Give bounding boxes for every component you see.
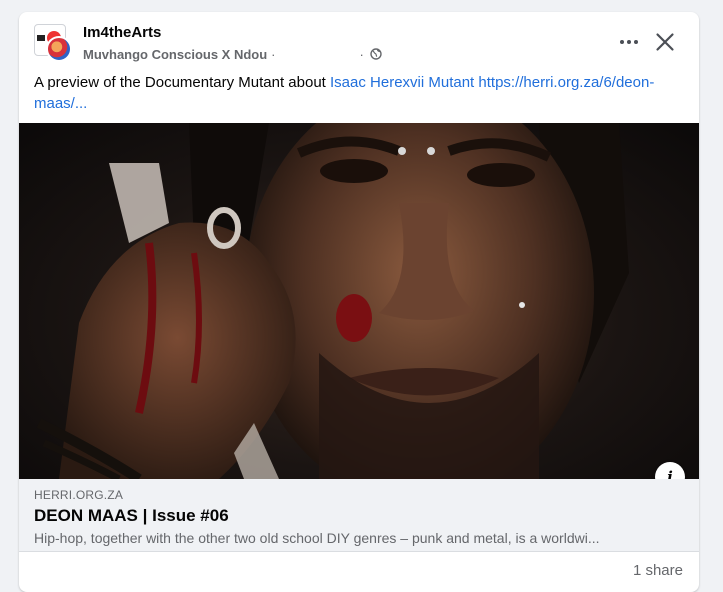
link-domain: HERRI.ORG.ZA: [34, 488, 124, 502]
link-description: Hip-hop, together with the other two old…: [34, 530, 600, 546]
globe-icon[interactable]: [370, 48, 382, 60]
author-avatar[interactable]: [46, 36, 72, 62]
page-avatar-mark: [37, 35, 45, 41]
time-separator: ·: [359, 46, 364, 62]
post-footer: 1 share: [19, 552, 699, 592]
portrait-photo: [36, 123, 629, 479]
post-meta: Muvhango Conscious X Ndou · ·: [83, 45, 382, 63]
more-icon-dot: [620, 40, 624, 44]
post-card: Im4theArts Muvhango Conscious X Ndou · ·…: [19, 12, 699, 592]
author-separator: ·: [271, 46, 276, 62]
link-preview-image[interactable]: [19, 123, 699, 479]
close-icon[interactable]: [653, 30, 677, 54]
post-header: Im4theArts Muvhango Conscious X Ndou · ·: [19, 12, 699, 72]
post-text-prefix: A preview of the Documentary Mutant abou…: [34, 74, 330, 91]
mention-link[interactable]: Isaac Herexvii Mutant: [330, 74, 474, 91]
author-name[interactable]: Muvhango Conscious X Ndou: [83, 47, 267, 62]
post-text: A preview of the Documentary Mutant abou…: [34, 72, 684, 114]
share-count[interactable]: 1 share: [633, 562, 683, 579]
more-button[interactable]: [615, 30, 643, 54]
avatar[interactable]: [34, 24, 72, 62]
more-icon-dot: [627, 40, 631, 44]
link-title[interactable]: DEON MAAS | Issue #06: [34, 506, 229, 526]
page-name[interactable]: Im4theArts: [83, 24, 161, 41]
more-icon-dot: [634, 40, 638, 44]
link-preview[interactable]: HERRI.ORG.ZA DEON MAAS | Issue #06 Hip-h…: [19, 479, 699, 552]
